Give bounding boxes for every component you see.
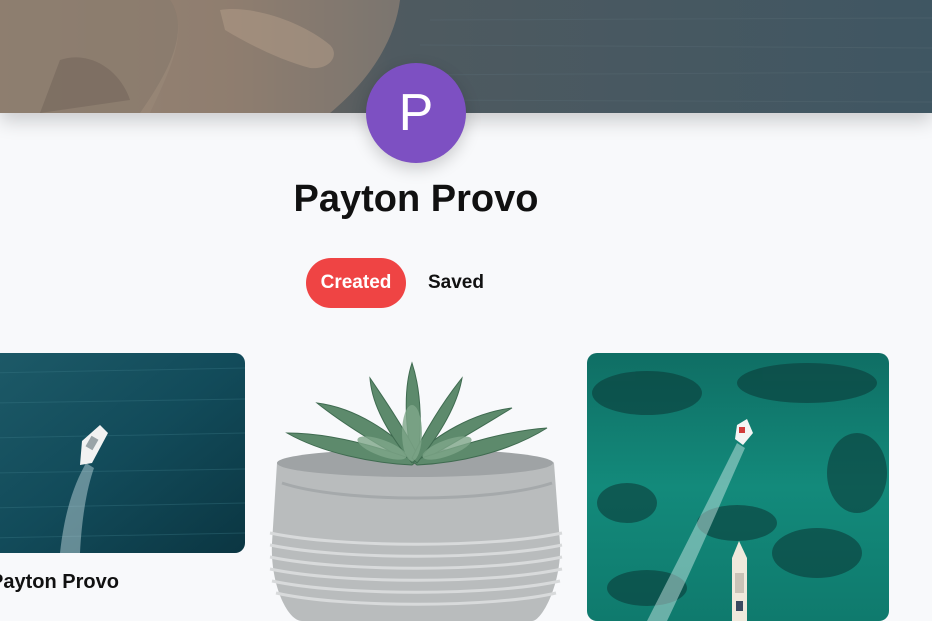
pin-image[interactable] (262, 353, 567, 621)
aerial-boat-dark-sea-image (0, 353, 245, 553)
pin-card[interactable]: Payton Provo (0, 353, 245, 603)
pin-card[interactable] (587, 353, 889, 621)
cover-photo-graphic (0, 0, 932, 113)
succulent-pot-image (262, 353, 567, 621)
pin-image[interactable] (587, 353, 889, 621)
avatar[interactable]: P (366, 63, 466, 163)
pin-title: Payton Provo (0, 571, 119, 593)
profile-name: Payton Provo (293, 178, 539, 220)
pin-card[interactable] (262, 353, 567, 621)
tab-created[interactable]: Created (306, 258, 406, 308)
profile-page: P Payton Provo Created Saved Payton Prov… (0, 0, 932, 621)
cover-image (0, 0, 932, 113)
pin-image[interactable] (0, 353, 245, 553)
tab-saved[interactable]: Saved (416, 258, 496, 308)
aerial-boats-turquoise-image (587, 353, 889, 621)
avatar-initial: P (398, 84, 434, 142)
